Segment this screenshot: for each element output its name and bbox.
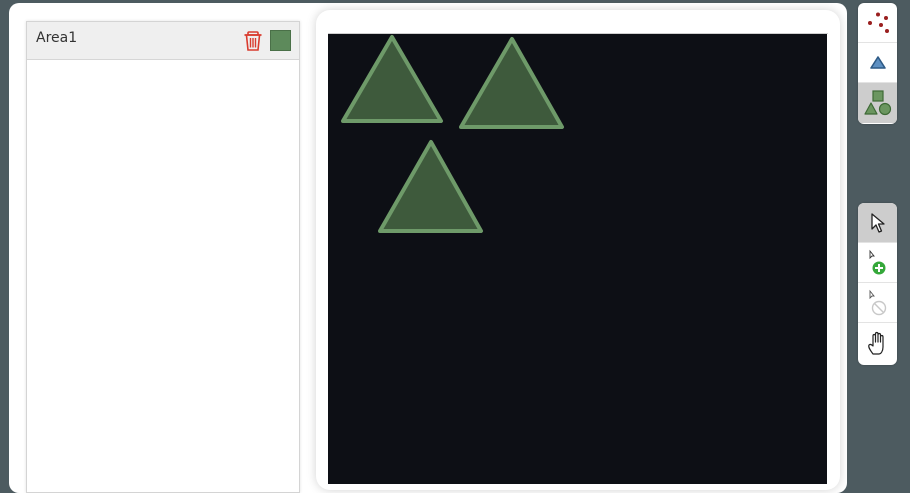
remove-point-icon <box>869 289 886 315</box>
triangle-shape-1[interactable] <box>341 35 443 123</box>
shapes-tool-button[interactable] <box>858 83 897 123</box>
layer-item[interactable]: Area1 <box>27 22 299 60</box>
layer-name[interactable]: Area1 <box>36 30 77 46</box>
triangle-icon <box>869 55 886 69</box>
select-tool-button[interactable] <box>858 203 897 243</box>
edit-mode-toolbar <box>858 203 897 365</box>
canvas-shapes <box>341 35 564 233</box>
hand-icon <box>867 331 884 355</box>
polygon-tool-button[interactable] <box>858 43 897 83</box>
shape-type-toolbar <box>858 3 897 124</box>
add-point-tool-button[interactable] <box>858 243 897 283</box>
canvas-top-strip <box>328 22 828 34</box>
layers-panel: Area1 <box>26 21 300 493</box>
pan-tool-button[interactable] <box>858 323 897 363</box>
cursor-icon <box>870 212 885 233</box>
trash-icon[interactable] <box>243 30 263 52</box>
points-icon <box>867 12 889 33</box>
add-point-icon <box>869 249 885 274</box>
triangle-shape-3[interactable] <box>378 140 483 233</box>
points-tool-button[interactable] <box>858 3 897 43</box>
drawing-canvas[interactable] <box>328 34 827 484</box>
triangle-shape-2[interactable] <box>459 37 564 129</box>
remove-point-tool-button[interactable] <box>858 283 897 323</box>
layer-color-swatch[interactable] <box>270 30 291 51</box>
shapes-icon <box>863 90 891 116</box>
